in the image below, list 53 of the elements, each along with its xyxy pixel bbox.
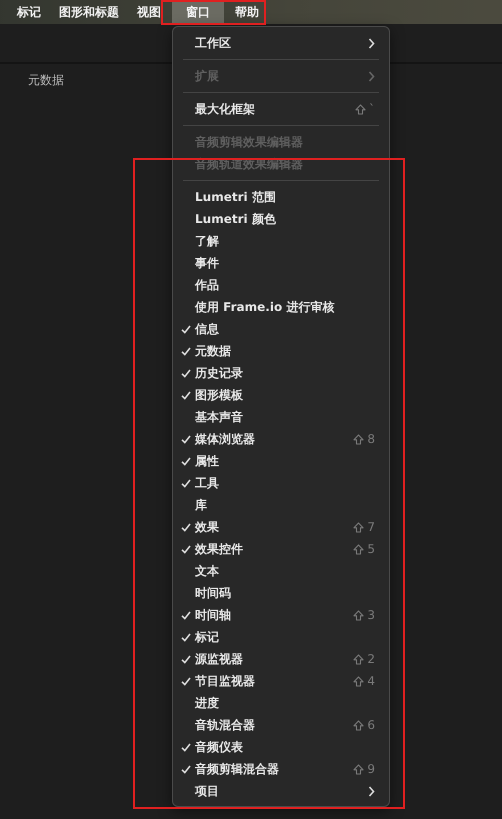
menu-title[interactable]: 标记 bbox=[8, 0, 50, 24]
menu-item[interactable]: 作品 bbox=[173, 274, 389, 296]
menu-item[interactable]: 音频剪辑混合器 9 bbox=[173, 758, 389, 780]
menu-item[interactable]: 进度 bbox=[173, 692, 389, 714]
menu-item[interactable]: 效果控件 5 bbox=[173, 538, 389, 560]
menu-item[interactable]: 工具 bbox=[173, 472, 389, 494]
menu-item[interactable]: Lumetri 颜色 bbox=[173, 208, 389, 230]
menu-title[interactable]: 帮助 bbox=[226, 0, 268, 24]
menu-item[interactable]: 效果 7 bbox=[173, 516, 389, 538]
shortcut-key: 2 bbox=[367, 652, 375, 666]
menu-item[interactable]: 项目 bbox=[173, 780, 389, 802]
shift-key-icon bbox=[353, 544, 364, 554]
menu-item[interactable]: 库 bbox=[173, 494, 389, 516]
menu-item[interactable]: 了解 bbox=[173, 230, 389, 252]
panel-title: 元数据 bbox=[28, 72, 64, 89]
menu-title[interactable]: 图形和标题 bbox=[50, 0, 128, 24]
menu-item[interactable]: 事件 bbox=[173, 252, 389, 274]
shortcut-key: 4 bbox=[367, 674, 375, 688]
shift-key-icon bbox=[353, 654, 364, 664]
menu-item[interactable]: Lumetri 范围 bbox=[173, 186, 389, 208]
shift-key-icon bbox=[353, 676, 364, 686]
shortcut-key: 8 bbox=[367, 432, 375, 446]
shortcut-key: ` bbox=[369, 102, 375, 116]
menu-item[interactable]: 时间轴 3 bbox=[173, 604, 389, 626]
shift-key-icon bbox=[353, 720, 364, 730]
menu-item[interactable]: 标记 bbox=[173, 626, 389, 648]
menu-item[interactable]: 最大化框架 ` bbox=[173, 98, 389, 120]
menu-item[interactable]: 源监视器 2 bbox=[173, 648, 389, 670]
shift-key-icon bbox=[353, 434, 364, 444]
shortcut-key: 5 bbox=[367, 542, 375, 556]
shift-key-icon bbox=[353, 764, 364, 774]
shift-key-icon bbox=[353, 522, 364, 532]
menu-item[interactable]: 媒体浏览器 8 bbox=[173, 428, 389, 450]
shortcut-key: 7 bbox=[367, 520, 375, 534]
menu-title[interactable]: 视图 bbox=[128, 0, 170, 24]
menu-item[interactable]: 文本 bbox=[173, 560, 389, 582]
shortcut-key: 6 bbox=[367, 718, 375, 732]
menu-item[interactable]: 工作区 bbox=[173, 32, 389, 54]
shift-key-icon bbox=[355, 104, 366, 114]
menu-item[interactable]: 基本声音 bbox=[173, 406, 389, 428]
menu-item[interactable]: 节目监视器 4 bbox=[173, 670, 389, 692]
menu-item[interactable]: 音频仪表 bbox=[173, 736, 389, 758]
menu-item[interactable]: 历史记录 bbox=[173, 362, 389, 384]
menu-item[interactable]: 属性 bbox=[173, 450, 389, 472]
menu-item[interactable]: 元数据 bbox=[173, 340, 389, 362]
menu-item[interactable]: 图形模板 bbox=[173, 384, 389, 406]
menu-item[interactable]: 信息 bbox=[173, 318, 389, 340]
shift-key-icon bbox=[353, 610, 364, 620]
menu-item[interactable]: 时间码 bbox=[173, 582, 389, 604]
shortcut-key: 3 bbox=[367, 608, 375, 622]
menu-item[interactable]: 音轨混合器 6 bbox=[173, 714, 389, 736]
shortcut-key: 9 bbox=[367, 762, 375, 776]
menu-item[interactable]: 使用 Frame.io 进行审核 bbox=[173, 296, 389, 318]
